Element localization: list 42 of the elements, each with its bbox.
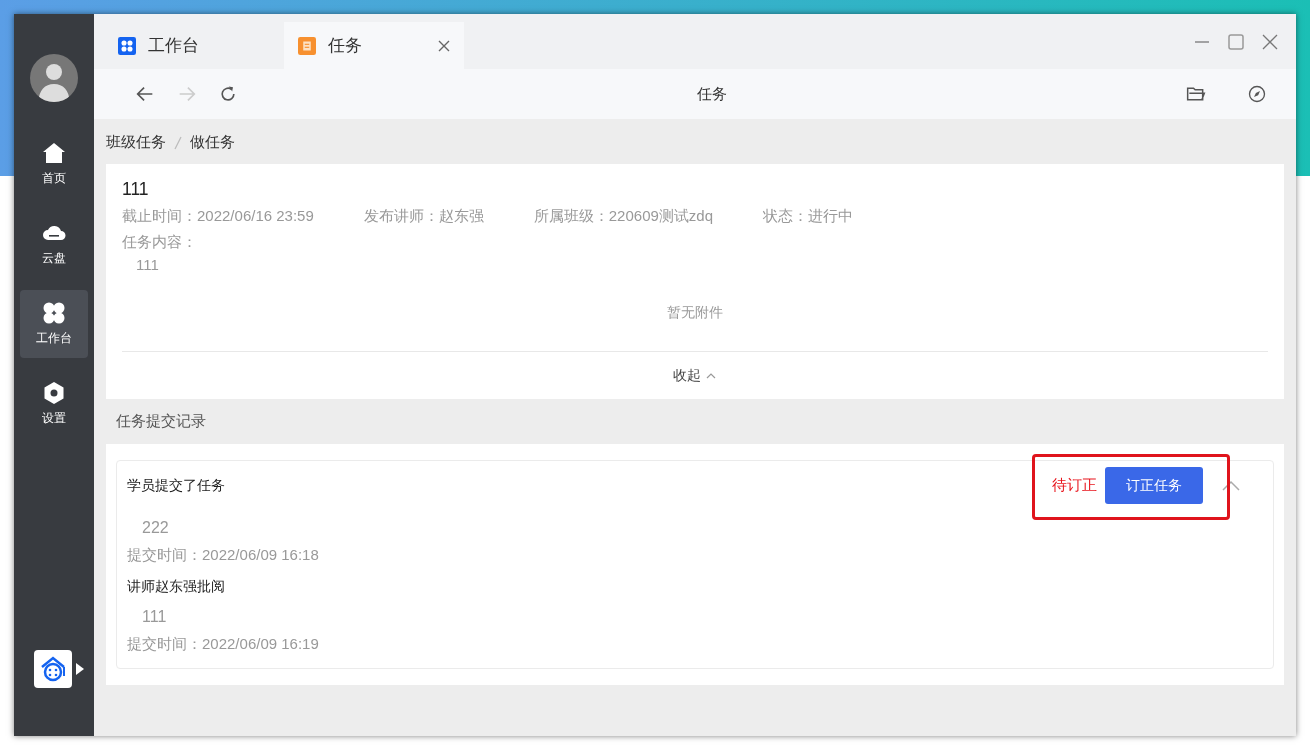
sidebar-item[interactable]: 首页 (20, 130, 88, 198)
app-logo-icon (34, 650, 73, 688)
grid-icon (118, 36, 136, 55)
sidebar-item[interactable]: 云盘 (20, 210, 88, 278)
entry-content: 222 (141, 517, 170, 538)
home-icon (42, 141, 66, 165)
task-meta: 发布讲师：赵东强 (363, 206, 484, 227)
avatar[interactable] (30, 54, 78, 102)
entry-content: 111 (141, 607, 168, 628)
close-icon (438, 39, 450, 52)
task-content: 111 (135, 254, 160, 275)
folder-icon[interactable] (1186, 84, 1206, 104)
content-label: 任务内容： (122, 232, 198, 253)
entry-heading: 学员提交了任务 (127, 475, 225, 495)
clover-icon (42, 301, 66, 325)
page-title: 任务 (696, 83, 728, 104)
refresh-icon[interactable] (218, 84, 238, 104)
submit-time: 提交时间：2022/06/09 16:19 (127, 634, 320, 655)
records-title: 任务提交记录 (115, 411, 207, 432)
window-tab[interactable]: 工作台 (104, 22, 284, 69)
compass-icon[interactable] (1248, 85, 1266, 103)
expand-arrow-icon (75, 663, 84, 675)
attachments-note: 暂无附件 (666, 303, 724, 323)
breadcrumb-separator-icon (174, 136, 182, 151)
close-icon[interactable] (1262, 33, 1278, 50)
task-meta: 截止时间：2022/06/16 23:59 (122, 206, 314, 227)
breadcrumb-current: 做任务 (190, 133, 235, 150)
sidebar-item[interactable]: 工作台 (20, 290, 88, 358)
fix-task-button[interactable]: 订正任务 (1105, 466, 1203, 504)
sidebar-item[interactable]: 设置 (20, 370, 88, 438)
task-title: 111 (122, 177, 150, 201)
settings-icon (42, 381, 66, 405)
entry-heading: 讲师赵东强批阅 (127, 577, 225, 597)
task-meta: 状态：进行中 (763, 206, 854, 227)
task-meta: 所属班级：220609测试zdq (533, 206, 714, 227)
submit-time: 提交时间：2022/06/09 16:18 (127, 544, 320, 565)
status-text: 待订正 (1052, 475, 1097, 495)
collapse-toggle[interactable]: 收起 (667, 364, 723, 388)
document-icon (298, 36, 316, 55)
breadcrumb-link[interactable]: 班级任务 (106, 133, 166, 150)
chevron-up-icon[interactable] (1221, 478, 1241, 493)
window-tab[interactable]: 任务 (284, 22, 464, 69)
